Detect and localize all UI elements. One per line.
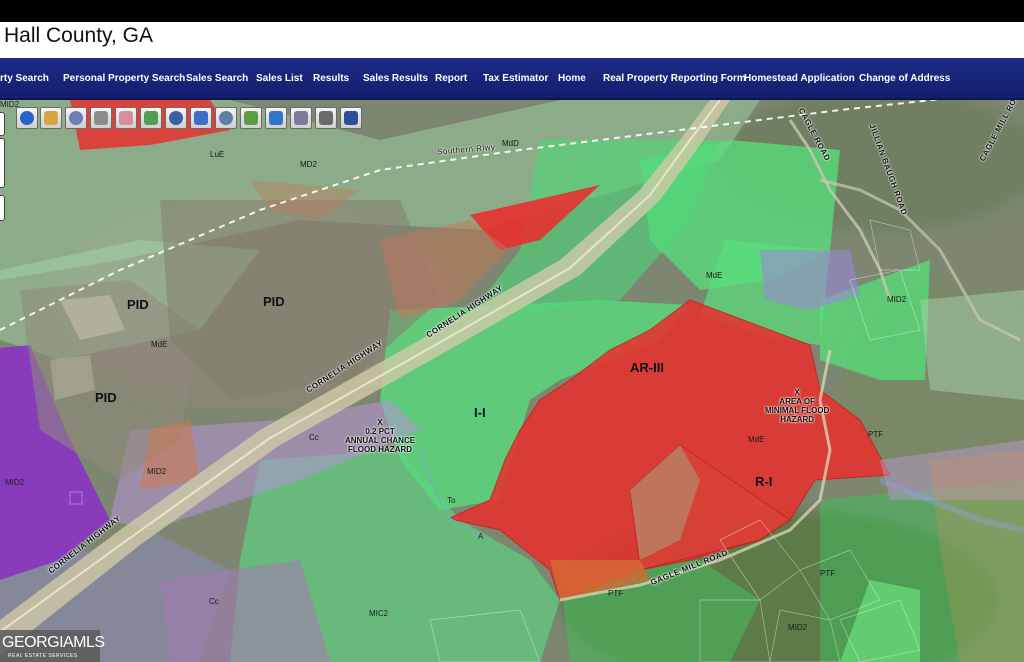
georgiamls-logo: GEORGIAMLS REAL ESTATE SERVICES xyxy=(0,630,105,662)
network-tool-icon[interactable] xyxy=(190,107,212,129)
nav-item-property-search[interactable]: rty Search xyxy=(0,73,49,84)
measure-tool-icon[interactable] xyxy=(265,107,287,129)
soil-label: PTF xyxy=(868,430,884,439)
nav-item-real-property-reporting[interactable]: Real Property Reporting Form xyxy=(603,73,746,84)
nav-item-sales-list[interactable]: Sales List xyxy=(256,73,303,84)
logo-name: GEORGIAMLS xyxy=(2,634,105,651)
share-tool-icon[interactable] xyxy=(290,107,312,129)
soil-label: To xyxy=(447,496,456,505)
soil-label: MD2 xyxy=(300,160,317,169)
zoom-in-tool-icon[interactable] xyxy=(65,107,87,129)
soil-label: MdE xyxy=(151,340,168,349)
eraser-tool-icon[interactable] xyxy=(115,107,137,129)
soil-label: Cc xyxy=(309,433,319,442)
identify-tool-icon[interactable] xyxy=(40,107,62,129)
soil-label: PTF xyxy=(820,569,836,578)
nav-item-report[interactable]: Report xyxy=(435,73,467,84)
nav-item-home[interactable]: Home xyxy=(558,73,586,84)
layers-tool-icon[interactable] xyxy=(165,107,187,129)
map-canvas[interactable]: PID PID PID AR-III I-I R-I LuE MD2 MdD M… xyxy=(0,100,1024,662)
nav-item-results[interactable]: Results xyxy=(313,73,349,84)
draw-tool-icon[interactable] xyxy=(240,107,262,129)
top-black-bar xyxy=(0,0,1024,22)
soil-label: LuE xyxy=(210,150,225,159)
soil-label: MdE xyxy=(706,271,723,280)
nav-item-tax-estimator[interactable]: Tax Estimator xyxy=(483,73,548,84)
select-tool-icon[interactable] xyxy=(140,107,162,129)
zone-label-pid: PID xyxy=(95,390,117,405)
nav-item-personal-property-search[interactable]: Personal Property Search xyxy=(63,73,185,84)
soil-label: MdD xyxy=(502,139,519,148)
flood-hazard-label: X AREA OF MINIMAL FLOOD HAZARD xyxy=(765,388,830,424)
soil-label: MIC2 xyxy=(369,609,389,618)
soil-label: MID2 xyxy=(788,623,808,632)
zone-label-ar-iii: AR-III xyxy=(630,360,664,375)
page-title: Hall County, GA xyxy=(4,24,153,47)
nav-item-change-of-address[interactable]: Change of Address xyxy=(859,73,950,84)
soil-label: PTF xyxy=(608,589,624,598)
flood-hazard-label: X 0.2 PCT ANNUAL CHANCE FLOOD HAZARD xyxy=(345,418,416,454)
soil-label: MdE xyxy=(748,435,765,444)
nav-item-homestead-application[interactable]: Homestead Application xyxy=(744,73,855,84)
logo-subtitle: REAL ESTATE SERVICES xyxy=(8,653,78,659)
soil-label: MID2 xyxy=(147,467,167,476)
zone-label-pid: PID xyxy=(127,297,149,312)
title-bar: Hall County, GA xyxy=(0,22,1024,58)
nav-item-sales-search[interactable]: Sales Search xyxy=(186,73,248,84)
pan-tool-icon[interactable] xyxy=(90,107,112,129)
zoom-slider-control[interactable] xyxy=(0,138,5,188)
zoom-out-control[interactable] xyxy=(0,195,5,221)
print-tool-icon[interactable] xyxy=(315,107,337,129)
soil-label: Cc xyxy=(209,597,219,606)
save-tool-icon[interactable] xyxy=(340,107,362,129)
nav-item-sales-results[interactable]: Sales Results xyxy=(363,73,428,84)
soil-label: MID2 xyxy=(887,295,907,304)
zoom-in-control[interactable] xyxy=(0,112,5,136)
zone-label-pid: PID xyxy=(263,294,285,309)
soil-label: MID2 xyxy=(5,478,25,487)
soil-label: A xyxy=(478,532,484,541)
zoom-tool-icon[interactable] xyxy=(215,107,237,129)
zone-label-r-i: R-I xyxy=(755,474,773,489)
map-layers xyxy=(0,100,1024,662)
main-nav: rty Search Personal Property Search Sale… xyxy=(0,58,1024,100)
zone-label-i-i: I-I xyxy=(474,405,486,420)
info-tool-icon[interactable] xyxy=(16,107,38,129)
